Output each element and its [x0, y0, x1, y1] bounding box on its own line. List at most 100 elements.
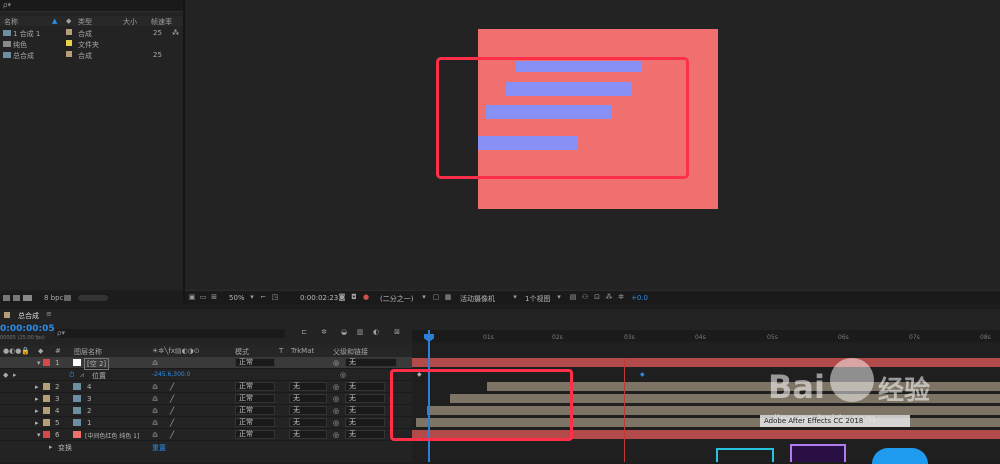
stopwatch-icon[interactable]: ⏱ — [69, 371, 74, 380]
grid-icon[interactable]: ⊞ — [210, 294, 218, 301]
mode-select[interactable]: 正常 — [235, 358, 275, 367]
chevron-down-icon[interactable]: ▾ — [511, 294, 519, 301]
expand-arrow-icon[interactable]: ▸ — [35, 395, 39, 403]
table-row[interactable]: ▾ 6 [中间色红色 纯色 1] ♎ ╱ 正常 无 ◎ 无 — [0, 429, 412, 441]
mode-select[interactable]: 正常 — [235, 406, 275, 415]
parent-select[interactable]: 无 — [345, 418, 385, 427]
zoom-select[interactable]: 50% — [229, 294, 245, 302]
transparency-grid-icon[interactable]: ◳ — [271, 294, 279, 301]
scrollbar[interactable] — [78, 295, 108, 301]
project-item[interactable]: 总合成 合成 25 — [0, 50, 183, 61]
trkmat-select[interactable]: 无 — [289, 394, 327, 403]
timeline-search-input[interactable]: ρ▾ — [55, 329, 285, 338]
label-swatch[interactable] — [43, 407, 50, 414]
toggle-pixel-icon[interactable]: ▤ — [569, 294, 577, 301]
chevron-down-icon[interactable]: ▾ — [555, 294, 563, 301]
quality-icon[interactable]: ╱ — [170, 431, 174, 439]
col-size[interactable]: 大小 — [123, 17, 137, 27]
new-comp-icon[interactable] — [23, 295, 32, 301]
label-swatch[interactable] — [43, 431, 50, 438]
shy-icon[interactable]: ♎ — [152, 431, 158, 439]
resolution-select[interactable]: (二分之一) — [380, 294, 413, 304]
pickwhip-icon[interactable]: ◎ — [333, 359, 339, 367]
quality-icon[interactable]: ╱ — [170, 419, 174, 427]
color-channel-icon[interactable]: ● — [362, 294, 370, 301]
table-row[interactable]: ▸ 3 3 ♎ ╱ 正常 无 ◎ 无 — [0, 393, 412, 405]
trkmat-select[interactable]: 无 — [289, 382, 327, 391]
expand-arrow-icon[interactable]: ▸ — [49, 443, 53, 451]
mode-select[interactable]: 正常 — [235, 418, 275, 427]
pickwhip-icon[interactable]: ◎ — [333, 419, 339, 427]
shy-icon[interactable]: ♎ — [152, 407, 158, 415]
table-row[interactable]: ▾ 1 [空 2] ♎ 正常 ◎ 无 — [0, 357, 412, 370]
region-of-interest-icon[interactable]: ▢ — [432, 294, 440, 301]
reset-link[interactable]: 重置 — [152, 443, 166, 453]
fast-preview-icon[interactable]: ⚇ — [581, 294, 589, 301]
shy-icon[interactable]: ♎ — [152, 395, 158, 403]
layer-name[interactable]: 4 — [87, 383, 91, 391]
col-layer-name[interactable]: 图层名称 — [74, 347, 102, 357]
parent-select[interactable]: 无 — [345, 430, 385, 439]
label-swatch[interactable] — [43, 419, 50, 426]
gear-icon[interactable]: ✲ — [617, 294, 625, 301]
always-preview-icon[interactable]: ▣ — [188, 294, 196, 301]
bpc-label[interactable]: 8 bpc — [44, 294, 63, 302]
parent-select[interactable]: 无 — [345, 358, 397, 367]
parent-select[interactable]: 无 — [345, 406, 385, 415]
graph-icon[interactable]: ⩘ — [80, 371, 84, 380]
mode-select[interactable]: 正常 — [235, 394, 275, 403]
trkmat-select[interactable]: 无 — [289, 418, 327, 427]
trkmat-select[interactable]: 无 — [289, 430, 327, 439]
keyframe-nav-icon[interactable]: ◆ — [3, 371, 8, 379]
expand-arrow-icon[interactable]: ▾ — [37, 359, 41, 367]
parent-select[interactable]: 无 — [345, 382, 385, 391]
timeline-icon[interactable]: ⊡ — [593, 294, 601, 301]
monitor-icon[interactable]: ▭ — [199, 294, 207, 301]
frame-blending-icon[interactable]: ▥ — [356, 329, 364, 336]
layer-name[interactable]: 2 — [87, 407, 91, 415]
label-swatch[interactable] — [66, 29, 72, 35]
quality-icon[interactable]: ╱ — [170, 383, 174, 391]
play-arrow-icon[interactable]: ▸ — [13, 371, 17, 379]
layer-name[interactable]: [中间色红色 纯色 1] — [85, 431, 139, 440]
tag-icon[interactable]: ◆ — [38, 347, 43, 355]
property-row[interactable]: ▸ 变换 重置 — [0, 441, 412, 453]
label-swatch[interactable] — [43, 395, 50, 402]
project-search-input[interactable]: ρ▾ — [0, 0, 183, 12]
graph-editor-icon[interactable]: ⊠ — [393, 329, 401, 336]
trash-icon[interactable] — [64, 295, 71, 301]
draft-3d-icon[interactable]: ✲ — [320, 329, 328, 336]
col-fps[interactable]: 帧速率 — [151, 17, 172, 27]
fit-icon[interactable]: ⌐ — [259, 294, 267, 301]
shy-icon[interactable]: ♎ — [152, 383, 158, 391]
layer-name[interactable]: 3 — [87, 395, 91, 403]
shy-icon[interactable]: ♎ — [152, 419, 158, 427]
mode-select[interactable]: 正常 — [235, 430, 275, 439]
pickwhip-icon[interactable]: ◎ — [340, 371, 346, 379]
pickwhip-icon[interactable]: ◎ — [333, 431, 339, 439]
project-item[interactable]: 1 合成 1 合成 25 ⁂ — [0, 28, 183, 39]
property-row[interactable]: ◆ ▸ ⏱ ⩘ 位置 -245.6,300.0 ◎ — [0, 369, 412, 381]
keyframe-icon[interactable]: ◆ — [640, 371, 645, 378]
transparency-icon[interactable]: ▦ — [444, 294, 452, 301]
menu-icon[interactable]: ≡ — [46, 310, 52, 318]
interpret-footage-icon[interactable] — [3, 295, 10, 301]
expand-arrow-icon[interactable]: ▾ — [37, 431, 41, 439]
motion-blur-icon[interactable]: ◐ — [372, 329, 380, 336]
label-swatch[interactable] — [43, 359, 50, 366]
pickwhip-icon[interactable]: ◎ — [333, 395, 339, 403]
col-mode[interactable]: 模式 — [235, 347, 249, 357]
label-swatch[interactable] — [66, 51, 72, 57]
chevron-down-icon[interactable]: ▾ — [420, 294, 428, 301]
expand-arrow-icon[interactable]: ▸ — [35, 407, 39, 415]
col-name[interactable]: 名称 — [4, 17, 18, 27]
show-snapshot-icon[interactable]: ◘ — [350, 294, 358, 301]
av-switches-icon[interactable]: ●◐●🔒 — [3, 347, 30, 355]
expand-arrow-icon[interactable]: ▸ — [35, 383, 39, 391]
comp-mini-flowchart-icon[interactable]: ⊏ — [300, 329, 308, 336]
tag-icon[interactable]: ◆ — [66, 17, 71, 25]
label-swatch[interactable] — [43, 383, 50, 390]
label-swatch[interactable] — [66, 40, 72, 46]
camera-select[interactable]: 活动摄像机 — [460, 294, 495, 304]
views-select[interactable]: 1个视图 — [525, 294, 550, 304]
